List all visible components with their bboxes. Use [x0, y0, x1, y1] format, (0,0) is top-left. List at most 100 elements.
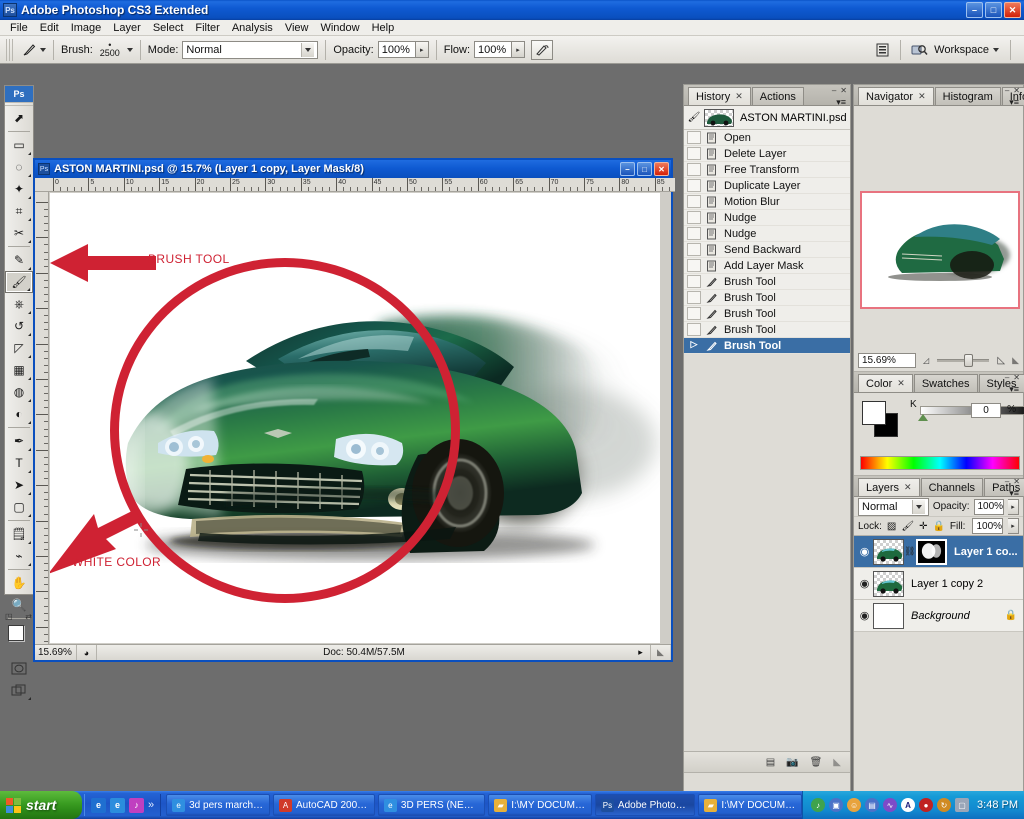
slider-knob[interactable] — [964, 353, 974, 367]
go-to-bridge-icon[interactable] — [908, 40, 930, 60]
history-source-checkbox[interactable] — [687, 291, 701, 304]
lock-position-icon[interactable]: ✛ — [919, 521, 927, 532]
channel-slider-knob[interactable] — [918, 414, 928, 421]
history-state-row[interactable]: Open — [684, 130, 850, 146]
lock-transparency-icon[interactable]: ▨ — [887, 521, 896, 532]
history-state-row[interactable]: ▷ Brush Tool — [684, 338, 850, 354]
layer-opacity-input[interactable]: 100% — [973, 498, 1005, 515]
layer-opacity-stepper[interactable]: ▸ — [1008, 498, 1019, 515]
history-panel-menu-icon[interactable]: ▾≡ — [836, 97, 846, 108]
blur-tool[interactable]: ◍ — [5, 381, 33, 403]
history-source-checkbox[interactable] — [687, 131, 701, 144]
menu-item-view[interactable]: View — [279, 21, 315, 35]
flow-input[interactable]: 100% — [474, 41, 513, 58]
tab-channels[interactable]: Channels — [920, 478, 984, 496]
taskbar-item[interactable]: A AutoCAD 2007 - ... — [273, 794, 375, 816]
menu-item-select[interactable]: Select — [147, 21, 190, 35]
close-icon[interactable]: ✕ — [918, 91, 926, 102]
slice-tool[interactable]: ✂ — [5, 222, 33, 244]
brush-size-preview[interactable]: • 2500 — [97, 41, 123, 58]
eraser-tool[interactable]: ◸ — [5, 337, 33, 359]
rectangle-shape-tool[interactable]: ▢ — [5, 496, 33, 518]
network-icon[interactable]: ▣ — [829, 798, 844, 812]
screen-mode-icon[interactable] — [5, 679, 33, 701]
chevron-down-icon[interactable] — [301, 42, 315, 57]
layer-row[interactable]: ◉ ⛓ Layer 1 co... — [854, 536, 1023, 568]
menu-item-layer[interactable]: Layer — [107, 21, 147, 35]
tab-actions[interactable]: Actions — [751, 87, 804, 105]
crop-tool[interactable]: ⌗ — [5, 200, 33, 222]
internet-explorer-icon[interactable]: e — [110, 797, 125, 813]
navigator-zoom-input[interactable]: 15.69% — [858, 352, 916, 368]
history-source-checkbox[interactable] — [687, 211, 701, 224]
clone-stamp-tool[interactable]: ⎈ — [5, 293, 33, 315]
history-state-row[interactable]: Brush Tool — [684, 306, 850, 322]
color-foreground-swatch[interactable] — [862, 401, 886, 425]
document-zoom-level[interactable]: 15.69% — [35, 645, 77, 660]
layer-visibility-eye-icon[interactable]: ◉ — [856, 577, 873, 590]
record-icon[interactable]: ● — [919, 798, 934, 812]
start-button[interactable]: start — [0, 791, 82, 819]
menu-item-image[interactable]: Image — [65, 21, 108, 35]
gradient-tool[interactable]: ▦ — [5, 359, 33, 381]
layer-blend-mode-select[interactable]: Normal — [858, 497, 929, 516]
new-document-icon[interactable]: ▤ — [766, 757, 775, 768]
document-minimize-button[interactable]: – — [620, 162, 635, 176]
healing-brush-tool[interactable]: ✎ — [5, 249, 33, 271]
menu-item-window[interactable]: Window — [314, 21, 365, 35]
show-desktop-icon[interactable]: e — [91, 797, 106, 813]
history-brush-tool[interactable]: ↺ — [5, 315, 33, 337]
history-state-row[interactable]: Motion Blur — [684, 194, 850, 210]
panel-close-icon[interactable]: ✕ — [1013, 86, 1020, 95]
canvas[interactable]: BRUSH TOOL WHITE COLOR — [50, 193, 660, 643]
current-tool-icon[interactable] — [18, 40, 40, 60]
airbrush-icon[interactable] — [531, 39, 554, 60]
pen-tool[interactable]: ✒ — [5, 430, 33, 452]
zoom-in-icon[interactable]: ◺ — [997, 355, 1005, 366]
history-source-checkbox[interactable] — [687, 227, 701, 240]
panel-minimize-icon[interactable]: – — [1005, 477, 1009, 486]
panel-close-icon[interactable]: ✕ — [1013, 477, 1020, 486]
history-source-checkbox[interactable] — [687, 195, 701, 208]
history-state-row[interactable]: Free Transform — [684, 162, 850, 178]
delete-icon[interactable]: 🗑 — [810, 757, 823, 768]
lock-all-icon[interactable]: 🔒 — [932, 521, 944, 532]
layer-thumbnail[interactable] — [873, 538, 904, 565]
tab-layers[interactable]: Layers ✕ — [858, 478, 920, 496]
panel-minimize-icon[interactable]: – — [1005, 86, 1009, 95]
preview-thumbnail-icon[interactable]: ◕ — [77, 645, 97, 660]
history-source-checkbox[interactable] — [687, 323, 701, 336]
minimize-button[interactable]: – — [966, 2, 983, 18]
layer-fill-input[interactable]: 100% — [972, 518, 1004, 534]
tab-histogram[interactable]: Histogram — [934, 87, 1001, 105]
history-state-row[interactable]: Nudge — [684, 226, 850, 242]
antivirus-icon[interactable]: A — [901, 798, 916, 812]
display-icon[interactable]: ▢ — [955, 798, 970, 812]
history-source-checkbox[interactable] — [687, 307, 701, 320]
resize-grip-icon[interactable]: ◣ — [833, 757, 841, 768]
tab-navigator[interactable]: Navigator ✕ — [858, 87, 934, 105]
zoom-out-icon[interactable]: ◿ — [923, 356, 929, 365]
history-state-row[interactable]: Add Layer Mask — [684, 258, 850, 274]
history-source-checkbox[interactable] — [687, 243, 701, 256]
layers-panel-menu-icon[interactable]: ▾≡ — [1009, 488, 1019, 499]
notes-tool[interactable]: 🗒 — [5, 523, 33, 545]
menu-item-filter[interactable]: Filter — [189, 21, 225, 35]
network2-icon[interactable]: ▤ — [865, 798, 880, 812]
tool-preset-chevron-icon[interactable] — [40, 47, 46, 52]
menu-item-edit[interactable]: Edit — [34, 21, 65, 35]
taskbar-item[interactable]: PsAdobe Photosho... — [594, 794, 696, 816]
color-spectrum-bar[interactable] — [860, 456, 1020, 470]
taskbar-item[interactable]: e3D PERS (NEW S... — [377, 794, 486, 816]
brush-tool[interactable]: 🖌 — [5, 271, 33, 293]
more-icon[interactable]: » — [148, 799, 154, 811]
resize-grip-icon[interactable]: ◣ — [651, 645, 671, 660]
layer-thumbnail[interactable] — [873, 602, 904, 629]
status-menu-icon[interactable]: ▸ — [631, 645, 651, 660]
snapshot-source-icon[interactable]: 🖌 — [687, 111, 701, 124]
history-source-checkbox[interactable] — [687, 275, 701, 288]
toolbox-header[interactable]: Ps — [5, 86, 33, 102]
navigator-preview[interactable] — [860, 191, 1020, 309]
dodge-tool[interactable]: ◐ — [5, 403, 33, 425]
type-tool[interactable]: T — [5, 452, 33, 474]
